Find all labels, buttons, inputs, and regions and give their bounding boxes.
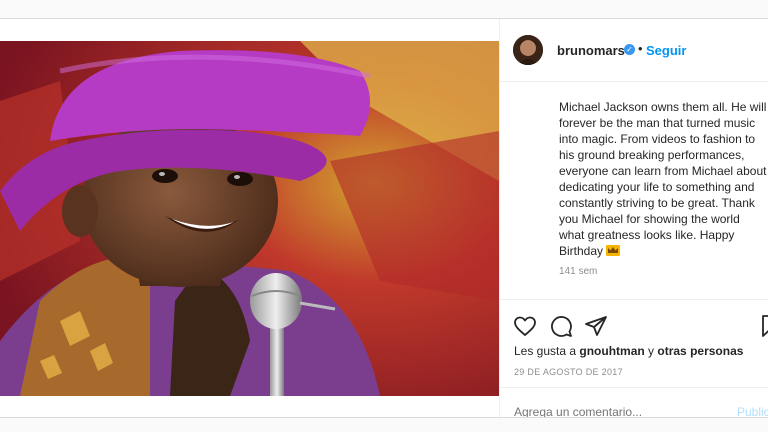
comment-input[interactable] (514, 405, 714, 417)
header-separator: • (638, 41, 643, 56)
likes-prefix: Les gusta a (514, 344, 580, 358)
post-header: brunomars ✓ • Seguir (500, 19, 768, 82)
crown-icon (606, 245, 621, 256)
photo-image (0, 41, 499, 396)
share-icon[interactable] (584, 314, 608, 338)
caption-line-last: Birthday (559, 243, 768, 259)
post-photo[interactable] (0, 41, 499, 396)
publish-button[interactable]: Publicar (737, 405, 768, 417)
likes-conjunction: y (644, 344, 658, 358)
post-age[interactable]: 141 sem (559, 266, 597, 277)
caption-line: constantly striving to be great. Thank (559, 196, 755, 210)
verified-badge-icon: ✓ (624, 44, 635, 55)
follow-button[interactable]: Seguir (646, 43, 686, 58)
caption-line: forever be the man that turned music (559, 116, 756, 130)
caption-line: Birthday (559, 244, 604, 258)
other-likers-link[interactable]: otras personas (657, 344, 743, 358)
caption-line: into magic. From videos to fashion to (559, 132, 756, 146)
username-link[interactable]: brunomars (557, 43, 625, 58)
caption-line: what greatness looks like. Happy (559, 228, 735, 242)
avatar[interactable] (513, 35, 543, 65)
comment-divider (500, 387, 768, 388)
caption-line: Michael Jackson owns them all. He will (559, 100, 767, 114)
comment-icon[interactable] (549, 314, 573, 338)
caption-line: everyone can learn from Michael about (559, 164, 767, 178)
post-date[interactable]: 29 DE AGOSTO DE 2017 (514, 367, 623, 377)
post-caption: Michael Jackson owns them all. He will f… (559, 99, 768, 259)
heart-icon[interactable] (513, 314, 537, 338)
liker-username-link[interactable]: gnouhtman (579, 344, 644, 358)
actions-divider (500, 299, 768, 300)
post-card: brunomars ✓ • Seguir Michael Jackson own… (0, 18, 768, 418)
caption-line: his ground breaking performances, (559, 148, 745, 162)
caption-line: dedicating your life to something and (559, 180, 755, 194)
bookmark-icon[interactable] (758, 314, 768, 338)
caption-line: you Michael for showing the world (559, 212, 740, 226)
post-sidebar: brunomars ✓ • Seguir Michael Jackson own… (500, 19, 768, 417)
likes-summary: Les gusta a gnouhtman y otras personas (514, 344, 743, 358)
